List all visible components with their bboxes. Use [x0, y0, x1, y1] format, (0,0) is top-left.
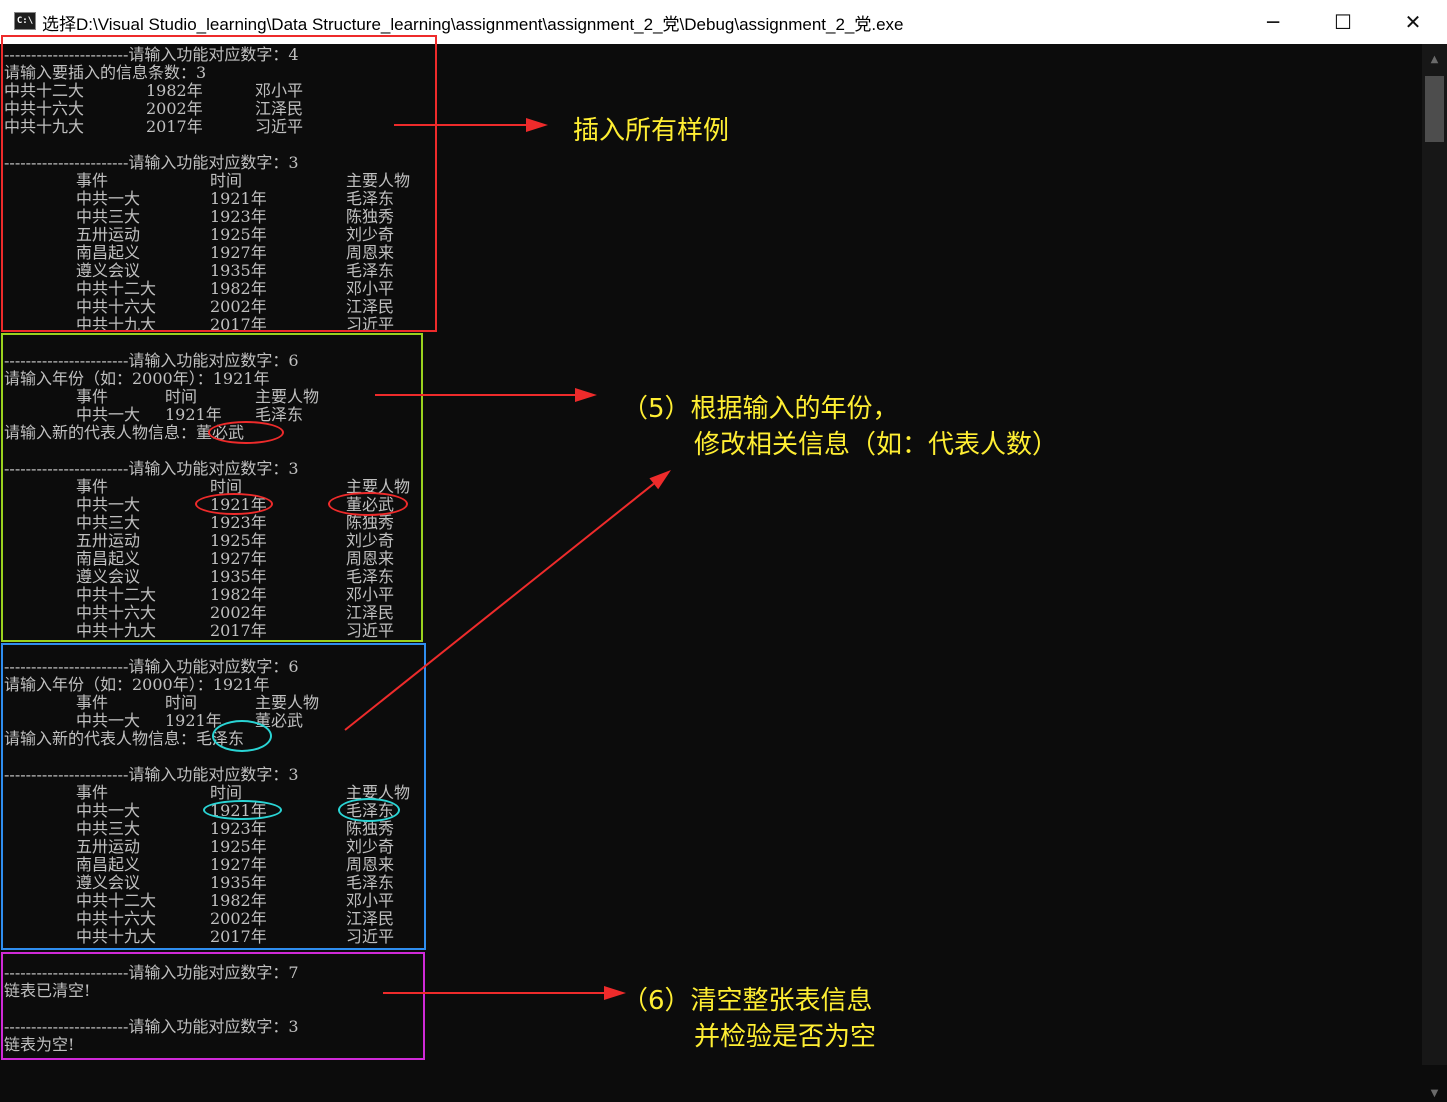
annotation-modify-line1: （5）根据输入的年份， — [622, 394, 899, 424]
annotation-modify-line2: 修改相关信息（如：代表人数） — [694, 430, 1059, 460]
annotation-arrows — [344, 118, 671, 1000]
annotation-clear-line2: 并检验是否为空 — [694, 1022, 877, 1052]
annotation-insert: 插入所有样例 — [573, 116, 730, 146]
arrow-head — [526, 118, 548, 132]
scroll-down-arrow-icon[interactable]: ▼ — [1422, 1088, 1447, 1102]
arrow-line — [344, 482, 655, 731]
arrow-head — [649, 470, 671, 490]
annotation-clear-line1: （6）清空整张表信息 — [622, 986, 873, 1016]
arrow-head — [575, 388, 597, 402]
